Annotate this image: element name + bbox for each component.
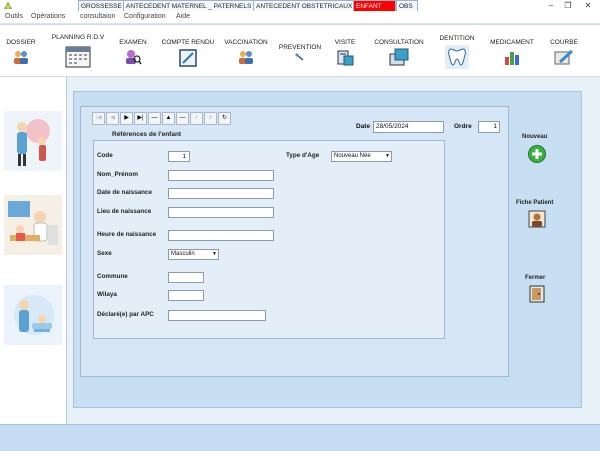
sidebar bbox=[0, 77, 67, 424]
toolbar-dossier-label: DOSSIER bbox=[6, 39, 36, 46]
type-age-select[interactable]: Nouveau Née ▼ bbox=[331, 151, 392, 162]
toolbar-visite-button[interactable]: VISITE bbox=[330, 25, 360, 77]
calendar-icon bbox=[65, 46, 91, 68]
toolbar-medicament-label: MEDICAMENT bbox=[490, 39, 534, 46]
toolbar-vaccination-button[interactable]: VACCINATION bbox=[222, 25, 270, 77]
toolbar-courbe-label: COURBE bbox=[550, 39, 578, 46]
menu-operations[interactable]: Opérations bbox=[31, 13, 65, 20]
toolbar-consultation-label: CONSULTATION bbox=[374, 39, 424, 46]
close-button[interactable]: ✕ bbox=[581, 0, 595, 11]
pregnancy-illustration bbox=[4, 111, 62, 171]
code-label: Code bbox=[97, 152, 113, 159]
type-age-value: Nouveau Née bbox=[334, 153, 371, 159]
toolbar-compte-rendu-button[interactable]: COMPTE RENDU bbox=[160, 25, 216, 77]
menu-outils[interactable]: Outils bbox=[5, 13, 23, 20]
sexe-select[interactable]: Masculin ▼ bbox=[168, 249, 219, 260]
code-field[interactable]: 1 bbox=[168, 151, 190, 162]
visit-icon bbox=[337, 50, 354, 66]
nom-prenom-field[interactable] bbox=[168, 170, 274, 181]
menu-configuration[interactable]: Configuration bbox=[124, 13, 166, 20]
commune-field[interactable] bbox=[168, 272, 204, 283]
patient-card-icon[interactable] bbox=[528, 210, 546, 228]
nav-delete-button[interactable]: — bbox=[176, 112, 189, 125]
heure-naissance-label: Heure de naissance bbox=[97, 231, 157, 238]
wilaya-label: Wilaya bbox=[97, 291, 117, 298]
toolbar-visite-label: VISITE bbox=[334, 39, 356, 46]
ordre-field[interactable]: 1 bbox=[478, 121, 500, 133]
toolbar-consultation-button[interactable]: CONSULTATION bbox=[372, 25, 426, 77]
toolbar-examen-label: EXAMEN bbox=[119, 39, 147, 46]
wilaya-field[interactable] bbox=[168, 290, 204, 301]
tab-obs[interactable]: OBS bbox=[396, 0, 418, 11]
declare-apc-label: Déclaré(e) par APC bbox=[97, 311, 154, 318]
toolbar-courbe-button[interactable]: COURBE bbox=[546, 25, 582, 77]
menu-bar: Outils Opérations consultaion Configurat… bbox=[0, 12, 600, 24]
toolbar-planning-label: PLANNING R.D.V bbox=[51, 34, 105, 41]
examen-icon bbox=[126, 50, 142, 65]
toolbar-medicament-button[interactable]: MEDICAMENT bbox=[488, 25, 536, 77]
tab-antecedent-maternel-paternels[interactable]: ANTECEDENT MATERNEL _ PATERNELS bbox=[123, 0, 255, 11]
menu-aide[interactable]: Aide bbox=[176, 13, 190, 20]
lieu-naissance-field[interactable] bbox=[168, 207, 274, 218]
chevron-down-icon: ▼ bbox=[385, 153, 390, 159]
menu-consultation[interactable]: consultaion bbox=[80, 13, 115, 20]
nav-insert-button[interactable]: — bbox=[148, 112, 161, 125]
sexe-label: Sexe bbox=[97, 250, 112, 257]
toolbar-planning-button[interactable]: PLANNING R.D.V bbox=[50, 25, 106, 77]
nav-cancel-button[interactable]: ✕ bbox=[204, 112, 217, 125]
nav-post-button[interactable]: ✓ bbox=[190, 112, 203, 125]
toolbar-compte-rendu-label: COMPTE RENDU bbox=[161, 39, 215, 46]
nav-refresh-button[interactable]: ↻ bbox=[218, 112, 231, 125]
toolbar-prevention-label: PREVENTION bbox=[278, 44, 322, 51]
nav-last-button[interactable]: ▶| bbox=[134, 112, 147, 125]
fermer-label: Fermer bbox=[525, 275, 546, 281]
syringe-icon bbox=[295, 53, 304, 61]
fiche-patient-label: Fiche Patient bbox=[516, 200, 554, 206]
consultation-icon bbox=[389, 48, 409, 66]
toolbar-dossier-button[interactable]: DOSSIER bbox=[3, 25, 39, 77]
report-edit-icon bbox=[179, 49, 197, 67]
lieu-naissance-label: Lieu de naissance bbox=[97, 208, 152, 215]
type-age-label: Type d'Age bbox=[286, 152, 320, 159]
nav-first-button[interactable]: |◀ bbox=[92, 112, 105, 125]
date-field[interactable]: 28/05/2024 bbox=[373, 121, 444, 133]
status-bar bbox=[0, 424, 600, 451]
tab-grossesse[interactable]: GROSSESSE bbox=[78, 0, 125, 11]
nurse-baby-illustration bbox=[4, 285, 62, 345]
vaccination-icon bbox=[239, 51, 253, 64]
chevron-down-icon: ▼ bbox=[212, 251, 217, 257]
toolbar-prevention-button[interactable]: PREVENTION bbox=[276, 25, 324, 77]
nom-prenom-label: Nom_Prénom bbox=[97, 171, 138, 178]
toolbar-vaccination-label: VACCINATION bbox=[224, 39, 268, 46]
date-naissance-field[interactable] bbox=[168, 188, 274, 199]
maximize-button[interactable]: ❐ bbox=[561, 0, 575, 11]
toolbar-examen-button[interactable]: EXAMEN bbox=[116, 25, 150, 77]
tooth-icon bbox=[445, 45, 469, 69]
doctor-consultation-illustration bbox=[4, 195, 62, 255]
toolbar-dentition-button[interactable]: DENTITION bbox=[436, 25, 478, 77]
tab-enfant[interactable]: ENFANT bbox=[353, 0, 396, 11]
exit-door-icon[interactable] bbox=[528, 285, 546, 303]
nav-prev-button[interactable]: ◀ bbox=[106, 112, 119, 125]
app-icon bbox=[4, 2, 12, 9]
toolbar: DOSSIER PLANNING R.D.V EXAMEN COMPTE REN… bbox=[0, 25, 600, 77]
toolbar-dentition-label: DENTITION bbox=[439, 35, 475, 42]
minimize-button[interactable]: – bbox=[544, 0, 558, 11]
nav-edit-button[interactable]: ▲ bbox=[162, 112, 175, 125]
patients-icon bbox=[14, 51, 28, 64]
nav-next-button[interactable]: ▶ bbox=[120, 112, 133, 125]
curve-icon bbox=[554, 49, 574, 65]
date-label: Date bbox=[356, 123, 371, 130]
tab-antecedent-obstetricaux[interactable]: ANTECEDENT OBSTETRICAUX bbox=[253, 0, 356, 11]
declare-apc-field[interactable] bbox=[168, 310, 266, 321]
nouveau-label: Nouveau bbox=[522, 134, 548, 140]
ordre-label: Ordre bbox=[454, 123, 472, 130]
add-icon[interactable] bbox=[528, 145, 546, 163]
section-title: Références de l'enfant bbox=[112, 131, 182, 138]
commune-label: Commune bbox=[97, 273, 128, 280]
date-naissance-label: Date de naissance bbox=[97, 189, 152, 196]
heure-naissance-field[interactable] bbox=[168, 230, 274, 241]
sexe-value: Masculin bbox=[171, 251, 195, 257]
chart-bars-icon bbox=[505, 52, 519, 65]
